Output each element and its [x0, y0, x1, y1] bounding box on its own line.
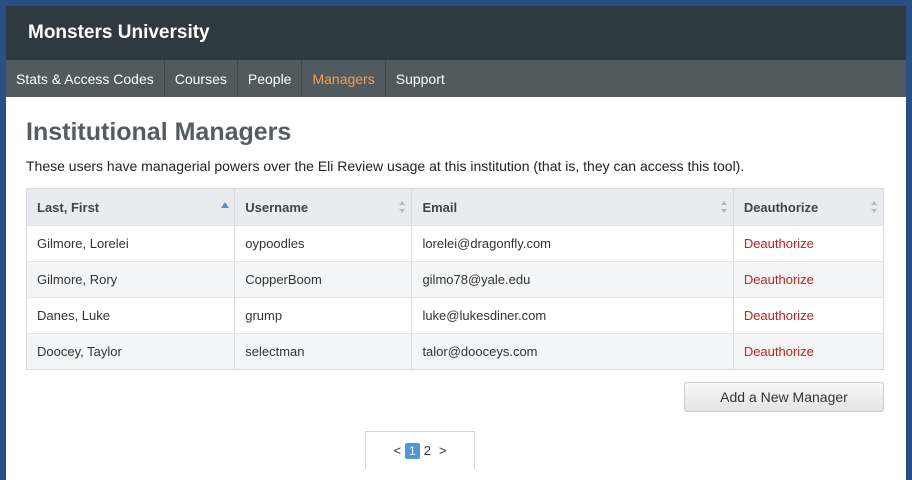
cell-username: selectman	[234, 333, 413, 370]
main-nav: Stats & Access Codes Courses People Mana…	[6, 60, 906, 97]
cell-action: Deauthorize	[733, 261, 884, 298]
cell-email: lorelei@dragonfly.com	[411, 225, 734, 262]
page-title: Institutional Managers	[26, 118, 292, 146]
sort-both-icon	[871, 201, 877, 213]
brand-title[interactable]: Monsters University	[28, 22, 210, 44]
cell-action: Deauthorize	[733, 297, 884, 334]
cell-action: Deauthorize	[733, 225, 884, 262]
top-bar: Monsters University	[6, 6, 906, 60]
pagination-page-2[interactable]: 2	[420, 443, 435, 458]
pagination: < 1 2 >	[365, 431, 475, 469]
main-content: Institutional Managers These users have …	[6, 97, 906, 469]
cell-username: CopperBoom	[234, 261, 413, 298]
page-description: These users have managerial powers over …	[26, 158, 745, 174]
table-row: Gilmore, Rory CopperBoom gilmo78@yale.ed…	[26, 261, 884, 298]
sort-both-icon	[720, 201, 727, 213]
column-header-label: Username	[245, 199, 309, 215]
table-actions: Add a New Manager	[26, 382, 884, 412]
column-header-email[interactable]: Email	[411, 188, 734, 226]
app-window: Monsters University Stats & Access Codes…	[6, 6, 906, 480]
nav-item-managers[interactable]: Managers	[302, 60, 386, 97]
sort-both-icon	[399, 201, 406, 213]
pagination-page-1[interactable]: 1	[405, 442, 420, 459]
cell-name: Doocey, Taylor	[26, 333, 236, 370]
deauthorize-link[interactable]: Deauthorize	[744, 236, 814, 251]
column-header-deauthorize[interactable]: Deauthorize	[733, 188, 884, 226]
cell-email: luke@lukesdiner.com	[411, 297, 734, 334]
cell-username: oypoodles	[234, 225, 413, 262]
cell-name: Gilmore, Lorelei	[26, 225, 236, 262]
column-header-name[interactable]: Last, First	[26, 188, 236, 226]
pagination-prev[interactable]: <	[389, 443, 405, 458]
column-header-label: Last, First	[37, 199, 100, 215]
table-header-row: Last, First Username Email Deauthorize	[26, 188, 884, 226]
cell-name: Gilmore, Rory	[26, 261, 236, 298]
cell-email: gilmo78@yale.edu	[411, 261, 734, 298]
nav-item-support[interactable]: Support	[386, 60, 455, 97]
pagination-next[interactable]: >	[435, 443, 451, 458]
nav-item-courses[interactable]: Courses	[165, 60, 238, 97]
deauthorize-link[interactable]: Deauthorize	[744, 272, 814, 287]
column-header-label: Deauthorize	[743, 199, 819, 215]
column-header-username[interactable]: Username	[234, 188, 413, 226]
managers-table: Last, First Username Email Deauthorize G…	[26, 188, 884, 370]
cell-username: grump	[234, 297, 413, 334]
nav-item-people[interactable]: People	[238, 60, 303, 97]
sort-ascending-icon	[221, 202, 230, 208]
cell-name: Danes, Luke	[26, 297, 236, 334]
deauthorize-link[interactable]: Deauthorize	[744, 344, 814, 359]
column-header-label: Email	[422, 199, 458, 215]
deauthorize-link[interactable]: Deauthorize	[744, 308, 814, 323]
add-manager-button[interactable]: Add a New Manager	[684, 382, 884, 412]
table-row: Doocey, Taylor selectman talor@dooceys.c…	[26, 333, 884, 370]
table-row: Gilmore, Lorelei oypoodles lorelei@drago…	[26, 225, 884, 262]
cell-action: Deauthorize	[733, 333, 884, 370]
cell-email: talor@dooceys.com	[411, 333, 734, 370]
table-row: Danes, Luke grump luke@lukesdiner.com De…	[26, 297, 884, 334]
nav-item-stats[interactable]: Stats & Access Codes	[6, 60, 165, 97]
pagination-wrapper: < 1 2 >	[26, 431, 884, 469]
